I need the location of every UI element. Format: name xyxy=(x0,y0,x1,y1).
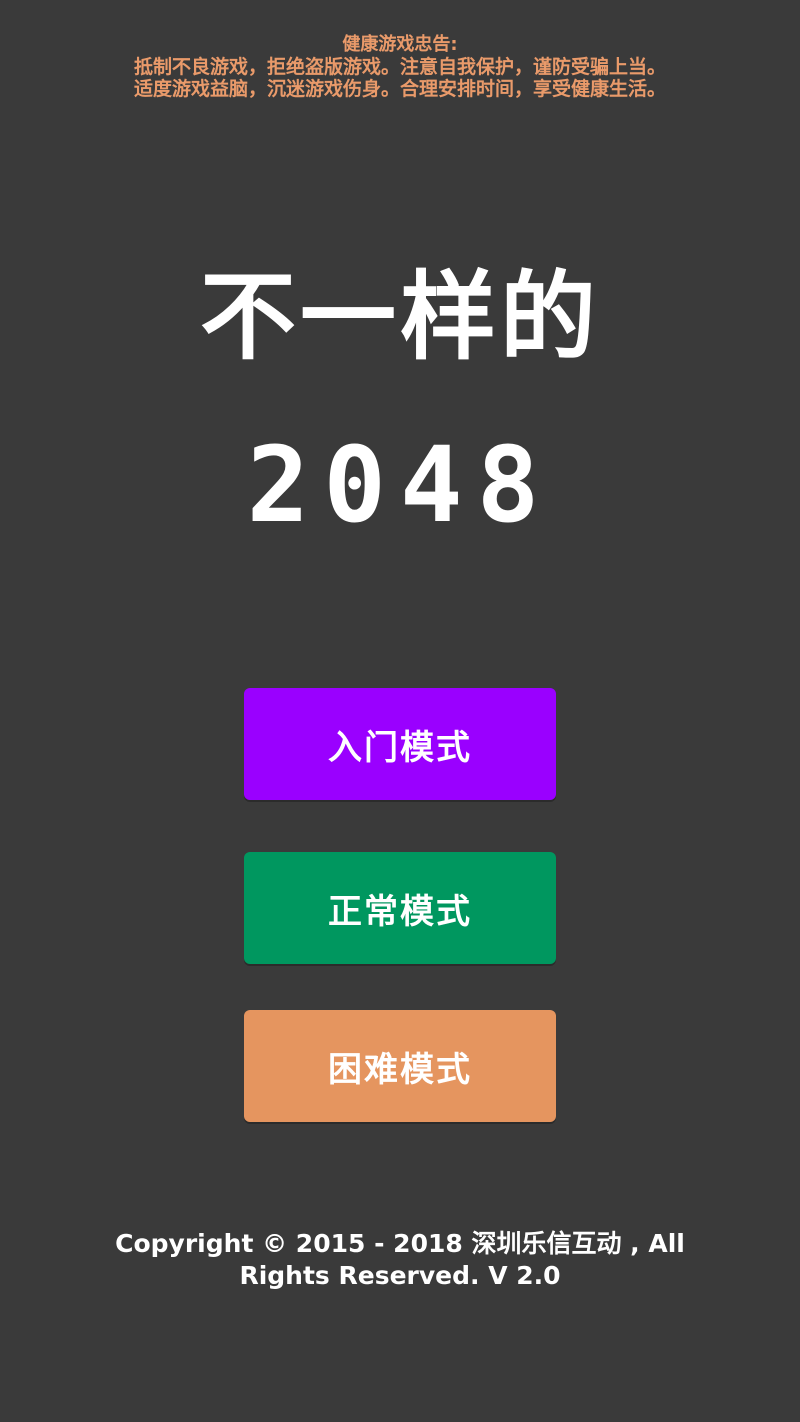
copyright-line-1: Copyright © 2015 - 2018 深圳乐信互动 , All xyxy=(115,1229,685,1258)
health-advisory: 健康游戏忠告: 抵制不良游戏，拒绝盗版游戏。注意自我保护，谨防受骗上当。 适度游… xyxy=(0,34,800,100)
game-title-line-1: 不一样的 xyxy=(200,261,600,373)
normal-mode-button[interactable]: 正常模式 xyxy=(244,852,556,964)
start-screen: 健康游戏忠告: 抵制不良游戏，拒绝盗版游戏。注意自我保护，谨防受骗上当。 适度游… xyxy=(0,0,800,1422)
easy-mode-button[interactable]: 入门模式 xyxy=(244,688,556,800)
game-title-line-2: 2048 xyxy=(246,424,554,546)
copyright-line-2: Rights Reserved. V 2.0 xyxy=(239,1261,561,1290)
health-advisory-line-2: 适度游戏益脑，沉迷游戏伤身。合理安排时间，享受健康生活。 xyxy=(133,78,666,100)
health-advisory-title: 健康游戏忠告: xyxy=(342,34,458,55)
health-advisory-line-1: 抵制不良游戏，拒绝盗版游戏。注意自我保护，谨防受骗上当。 xyxy=(133,56,666,78)
hard-mode-button[interactable]: 困难模式 xyxy=(244,1010,556,1122)
copyright-notice: Copyright © 2015 - 2018 深圳乐信互动 , All Rig… xyxy=(0,1228,800,1292)
